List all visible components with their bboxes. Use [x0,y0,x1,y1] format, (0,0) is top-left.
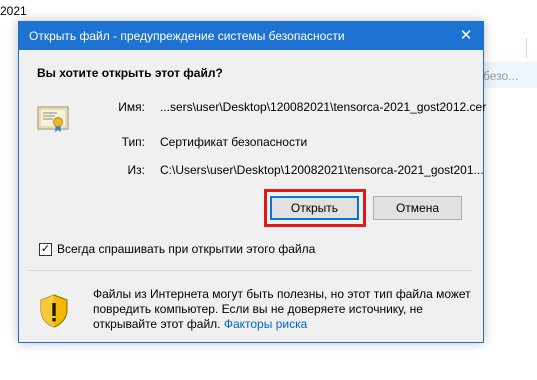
explorer-path-fragment: 2021 [0,4,27,18]
security-warning-dialog: Открыть файл - предупреждение системы бе… [18,21,487,343]
type-label: Тип: [121,135,145,149]
explorer-row-text: безо... [483,69,519,83]
close-icon: ✕ [459,27,473,44]
from-label: Из: [127,163,145,177]
name-label: Имя: [118,100,145,114]
cancel-button[interactable]: Отмена [373,196,462,220]
risk-factors-link[interactable]: Факторы риска [224,317,307,331]
shield-warning-icon [40,294,68,328]
warning-message: Файлы из Интернета могут быть полезны, н… [93,287,473,332]
dialog-title: Открыть файл - предупреждение системы бе… [29,29,345,43]
from-value: C:\Users\user\Desktop\120082021\tensorca… [160,163,484,177]
always-ask-checkbox[interactable]: ✓ [39,243,52,256]
always-ask-label[interactable]: Всегда спрашивать при открытии этого фай… [57,242,315,256]
explorer-column-separator [526,38,527,58]
close-button[interactable]: ✕ [453,24,479,48]
dialog-heading: Вы хотите открыть этот файл? [37,66,223,80]
open-button[interactable]: Открыть [270,196,359,220]
dialog-titlebar[interactable]: Открыть файл - предупреждение системы бе… [19,22,483,50]
certificate-icon [37,106,69,132]
name-value: ...sers\user\Desktop\120082021\tensorca-… [160,100,487,114]
type-value: Сертификат безопасности [160,135,308,149]
divider [29,270,473,271]
checkmark-icon: ✓ [40,243,51,255]
